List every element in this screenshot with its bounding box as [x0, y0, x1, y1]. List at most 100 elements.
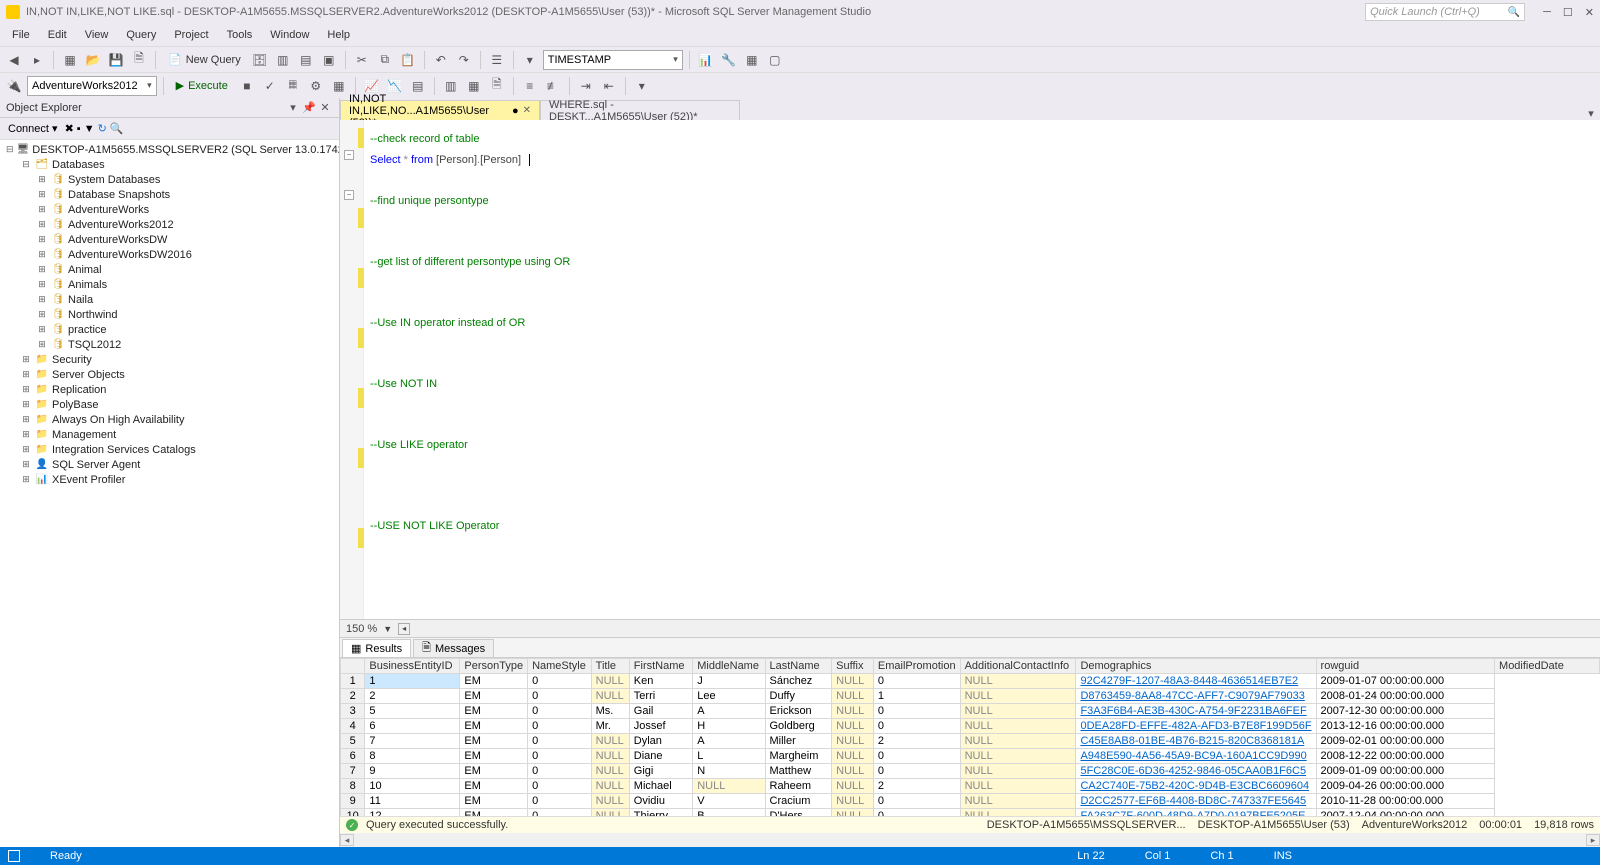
table-cell[interactable]: A948E590-4A56-45A9-BC9A-160A1CC9D990	[1080, 750, 1306, 762]
table-row[interactable]: 68EM0NULLDianeLMargheimNULL0NULLA948E590…	[341, 749, 1600, 764]
fold-icon[interactable]: −	[344, 190, 354, 200]
oe-dropdown-icon[interactable]: ▾	[285, 101, 301, 114]
table-row[interactable]: 35EM0Ms.GailAEricksonNULL0NULLF3A3F6B4-A…	[341, 704, 1600, 719]
table-cell[interactable]: Mr.	[591, 719, 629, 734]
table-cell[interactable]: NULL	[832, 809, 874, 817]
sql-editor[interactable]: − − --check record of table Select * fro…	[340, 120, 1600, 619]
menu-tools[interactable]: Tools	[219, 27, 261, 43]
table-cell[interactable]: NULL	[832, 719, 874, 734]
fold-icon[interactable]: −	[344, 150, 354, 160]
table-cell[interactable]: 0	[528, 719, 592, 734]
table-cell[interactable]: 0	[873, 704, 960, 719]
table-cell[interactable]: 0	[873, 809, 960, 817]
table-cell[interactable]: A	[693, 734, 765, 749]
db-engine-query-icon[interactable]: 🗄	[250, 50, 270, 70]
table-cell[interactable]: 0	[528, 749, 592, 764]
object-explorer-tree[interactable]: ⊟🖥DESKTOP-A1M5655.MSSQLSERVER2 (SQL Serv…	[0, 140, 339, 847]
zoom-level[interactable]: 150 %	[346, 623, 377, 635]
table-cell[interactable]: V	[693, 794, 765, 809]
execute-button[interactable]: ▶ Execute	[170, 77, 234, 94]
table-cell[interactable]: NULL	[960, 764, 1076, 779]
tree-node[interactable]: ⊞🛢AdventureWorks2012	[0, 217, 339, 232]
table-row[interactable]: 22EM0NULLTerriLeeDuffyNULL1NULLD8763459-…	[341, 689, 1600, 704]
table-cell[interactable]: 2	[873, 734, 960, 749]
table-cell[interactable]: NULL	[832, 704, 874, 719]
nav-back-icon[interactable]: ◀	[4, 50, 24, 70]
table-cell[interactable]: CA2C740E-75B2-420C-9D4B-E3CBC6609604	[1076, 779, 1316, 794]
table-cell[interactable]: NULL	[832, 779, 874, 794]
filter-icon[interactable]: ▼	[84, 123, 95, 135]
tab-scroller-icon[interactable]: ▾	[1582, 107, 1600, 120]
template-icon[interactable]: ▢	[765, 50, 785, 70]
tree-node[interactable]: ⊞📁Integration Services Catalogs	[0, 442, 339, 457]
table-cell[interactable]: Ken	[629, 674, 692, 689]
comment-icon[interactable]: ≡	[520, 76, 540, 96]
tab-messages[interactable]: 🗎 Messages	[413, 639, 494, 657]
table-cell[interactable]: EM	[460, 794, 528, 809]
table-cell[interactable]: L	[693, 749, 765, 764]
table-cell[interactable]: 6	[365, 719, 460, 734]
xmla-query-icon[interactable]: ▣	[319, 50, 339, 70]
table-cell[interactable]: 0	[528, 674, 592, 689]
oe-pin-icon[interactable]: 📌	[301, 101, 317, 114]
table-cell[interactable]: 2013-12-16 00:00:00.000	[1316, 719, 1494, 734]
menu-window[interactable]: Window	[262, 27, 317, 43]
paste-icon[interactable]: 📋	[398, 50, 418, 70]
tree-node[interactable]: ⊞👤SQL Server Agent	[0, 457, 339, 472]
tree-node[interactable]: ⊞🛢System Databases	[0, 172, 339, 187]
table-cell[interactable]: EM	[460, 809, 528, 817]
table-cell[interactable]: EM	[460, 704, 528, 719]
table-cell[interactable]: NULL	[693, 779, 765, 794]
close-button[interactable]: ✕	[1585, 6, 1594, 19]
table-cell[interactable]: 5FC28C0E-6D36-4252-9846-05CAA0B1F6C5	[1076, 764, 1316, 779]
table-row[interactable]: 810EM0NULLMichaelNULLRaheemNULL2NULLCA2C…	[341, 779, 1600, 794]
col-header[interactable]: EmailPromotion	[873, 659, 960, 674]
tree-node[interactable]: ⊞🛢AdventureWorks	[0, 202, 339, 217]
registered-servers-icon[interactable]: 🔧	[719, 50, 739, 70]
col-header[interactable]: FirstName	[629, 659, 692, 674]
menu-view[interactable]: View	[77, 27, 117, 43]
table-cell[interactable]: NULL	[591, 779, 629, 794]
table-cell[interactable]: NULL	[832, 689, 874, 704]
maximize-button[interactable]: ☐	[1563, 6, 1573, 19]
table-cell[interactable]: Terri	[629, 689, 692, 704]
table-cell[interactable]: 10	[365, 779, 460, 794]
tree-node[interactable]: ⊞🛢practice	[0, 322, 339, 337]
redo-icon[interactable]: ↷	[454, 50, 474, 70]
tree-node[interactable]: ⊞🛢Naila	[0, 292, 339, 307]
table-cell[interactable]: Erickson	[765, 704, 832, 719]
table-cell[interactable]: NULL	[591, 764, 629, 779]
tab-results[interactable]: ▦ Results	[342, 639, 411, 657]
table-cell[interactable]: 5	[365, 704, 460, 719]
tree-node[interactable]: ⊟🖥DESKTOP-A1M5655.MSSQLSERVER2 (SQL Serv…	[0, 142, 339, 157]
table-cell[interactable]: Matthew	[765, 764, 832, 779]
table-cell[interactable]: F3A3F6B4-AE3B-430C-A754-9F2231BA6FEF	[1080, 705, 1306, 717]
tab-active[interactable]: IN,NOT IN,LIKE,NO...A1M5655\User (53))* …	[340, 100, 540, 120]
table-cell[interactable]: 0	[873, 674, 960, 689]
table-cell[interactable]: NULL	[591, 794, 629, 809]
table-cell[interactable]: EM	[460, 734, 528, 749]
table-cell[interactable]: 0	[528, 794, 592, 809]
tab-close-icon[interactable]: ✕	[523, 105, 531, 116]
results-grid[interactable]: BusinessEntityIDPersonTypeNameStyleTitle…	[340, 658, 1600, 816]
table-cell[interactable]: D'Hers	[765, 809, 832, 817]
table-cell[interactable]: NULL	[591, 809, 629, 817]
table-cell[interactable]: 11	[365, 794, 460, 809]
save-all-icon[interactable]: 🗎	[129, 50, 149, 70]
col-header[interactable]: BusinessEntityID	[365, 659, 460, 674]
table-cell[interactable]: 2009-04-26 00:00:00.000	[1316, 779, 1494, 794]
nav-fwd-icon[interactable]: ▸	[27, 50, 47, 70]
outdent-icon[interactable]: ⇤	[599, 76, 619, 96]
tab-other[interactable]: WHERE.sql - DESKT...A1M5655\User (52))*	[540, 100, 740, 120]
tree-node[interactable]: ⊞📁Management	[0, 427, 339, 442]
solution-config-icon[interactable]: ▾	[520, 50, 540, 70]
table-row[interactable]: 46EM0Mr.JossefHGoldbergNULL0NULL0DEA28FD…	[341, 719, 1600, 734]
table-cell[interactable]: Cracium	[765, 794, 832, 809]
table-cell[interactable]: J	[693, 674, 765, 689]
table-cell[interactable]: NULL	[591, 689, 629, 704]
table-cell[interactable]: Sánchez	[765, 674, 832, 689]
intellisense-icon[interactable]: ▦	[329, 76, 349, 96]
col-header[interactable]: Demographics	[1076, 659, 1316, 674]
new-project-icon[interactable]: ▦	[60, 50, 80, 70]
table-cell[interactable]: 0DEA28FD-EFFE-482A-AFD3-B7E8F199D56F	[1076, 719, 1316, 734]
